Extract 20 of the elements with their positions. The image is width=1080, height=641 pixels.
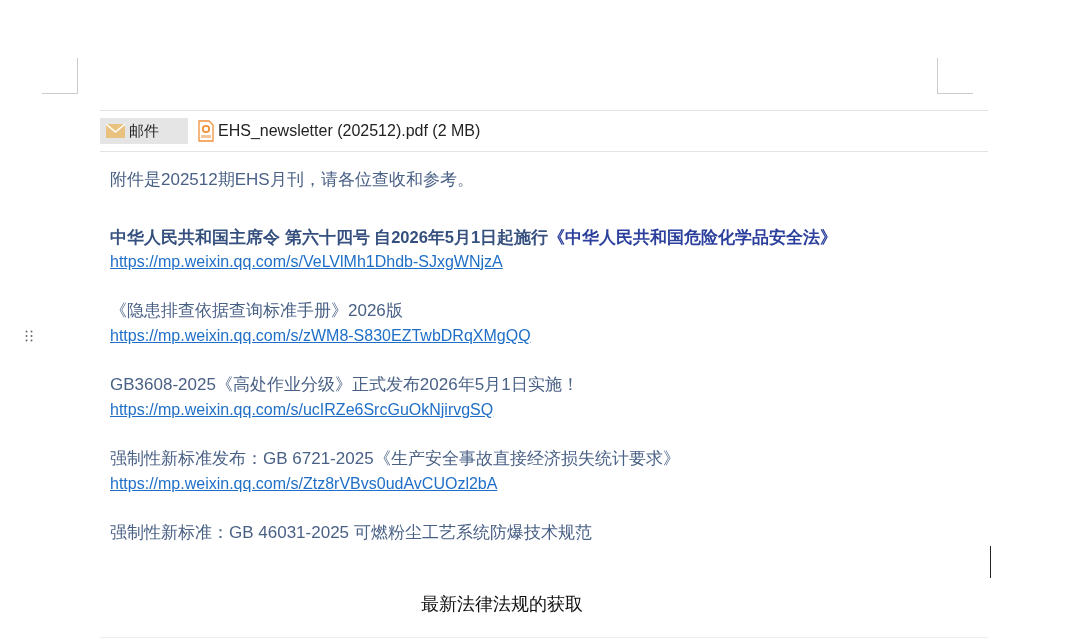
article-link[interactable]: https://mp.weixin.qq.com/s/zWM8-S830EZTwbDRqXMgQQ bbox=[110, 324, 531, 348]
caption-text: 最新法律法规的获取 bbox=[421, 593, 583, 616]
text-cursor bbox=[990, 546, 991, 578]
item-text: 《隐患排查依据查询标准手册》2026版 bbox=[110, 300, 404, 322]
mail-tab-label: 邮件 bbox=[129, 121, 159, 141]
pdf-file-icon bbox=[198, 120, 214, 142]
item-text: 强制性新标准发布：GB 6721-2025《生产安全事故直接经济损失统计要求》 bbox=[110, 448, 681, 470]
mail-tab[interactable]: 邮件 bbox=[100, 118, 188, 144]
margin-corner-mark bbox=[937, 58, 973, 94]
item-text: 强制性新标准：GB 46031-2025 可燃粉尘工艺系统防爆技术规范 bbox=[110, 522, 593, 544]
article-link[interactable]: https://mp.weixin.qq.com/s/Ztz8rVBvs0udAvCUOzl2bA bbox=[110, 472, 498, 496]
envelope-icon bbox=[106, 124, 125, 138]
attachment-link[interactable]: EHS_newsletter (202512).pdf (2 MB) bbox=[198, 120, 481, 142]
drag-handle-icon[interactable] bbox=[25, 330, 33, 342]
article-link[interactable]: https://mp.weixin.qq.com/s/ucIRZe6SrcGuOkNjirvgSQ bbox=[110, 398, 494, 422]
headline-text: 中华人民共和国主席令 第六十四号 自2026年5月1日起施行《中华人民共和国危险化学品安全法》 bbox=[110, 227, 839, 248]
item-text: GB3608-2025《高处作业分级》正式发布2026年5月1日实施！ bbox=[110, 374, 580, 396]
margin-corner-mark bbox=[42, 58, 78, 94]
intro-text: 附件是202512期EHS月刊，请各位查收和参考。 bbox=[110, 169, 475, 191]
article-link[interactable]: https://mp.weixin.qq.com/s/VeLVlMh1Dhdb-SJxgWNjzA bbox=[110, 250, 503, 274]
